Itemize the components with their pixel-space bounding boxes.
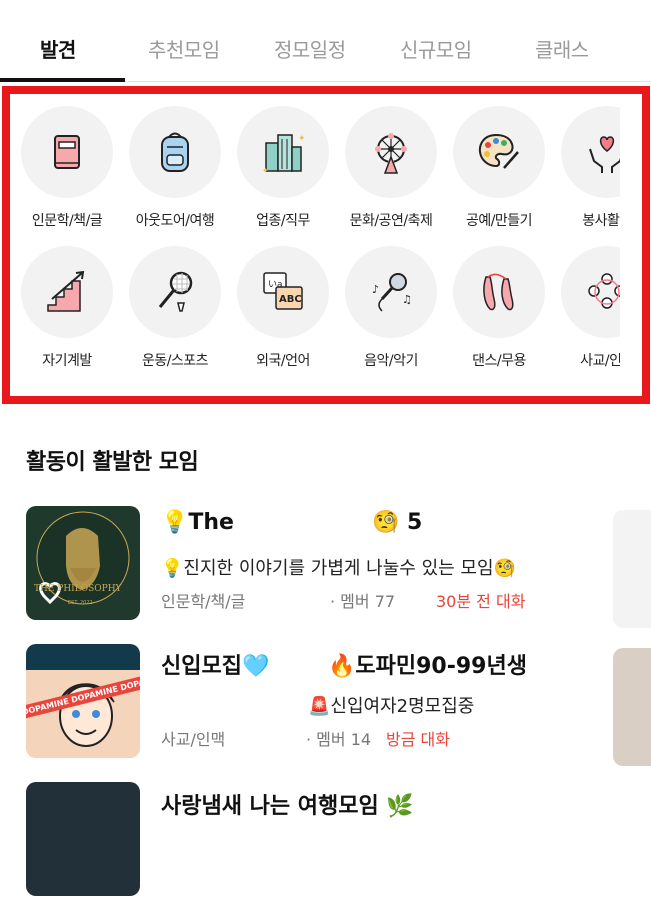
group-title: 신입모집🩵 bbox=[161, 654, 270, 679]
group-activity: 방금 대화 bbox=[386, 730, 450, 749]
category-label: 봉사활동 bbox=[582, 213, 620, 229]
svg-text:♪: ♪ bbox=[372, 283, 379, 296]
book-icon bbox=[21, 106, 113, 198]
microphone-icon: ♪ ♫ bbox=[345, 246, 437, 338]
category-volunteer[interactable]: 봉사활동 bbox=[552, 106, 620, 230]
tab-new-groups[interactable]: 신규모임 bbox=[400, 34, 472, 63]
group-description: 🚨신입여자2명모집중 bbox=[308, 696, 475, 717]
group-thumbnail: THE PHILOSOPHY EST. 2022 bbox=[26, 506, 140, 620]
group-card[interactable]: THE PHILOSOPHY EST. 2022 💡The 🧐 5 💡진지한 이… bbox=[26, 506, 616, 624]
category-label: 자기계발 bbox=[42, 353, 92, 369]
category-label: 문화/공연/축제 bbox=[349, 213, 433, 229]
group-title-suffix: 🔥도파민90-99년생 bbox=[328, 654, 527, 679]
group-description: 💡진지한 이야기를 가볍게 나눌수 있는 모임🧐 bbox=[161, 558, 516, 579]
svg-text:♫: ♫ bbox=[402, 293, 412, 306]
group-title-suffix: 🧐 5 bbox=[372, 510, 423, 535]
buildings-icon: ✦ ✦ bbox=[237, 106, 329, 198]
category-outdoor-travel[interactable]: 아웃도어/여행 bbox=[120, 106, 230, 230]
category-language[interactable]: いa ABC 외국/언어 bbox=[228, 246, 338, 370]
language-cards-icon: いa ABC bbox=[237, 246, 329, 338]
group-card[interactable]: 사랑냄새 나는 여행모임 🌿 bbox=[26, 782, 616, 900]
group-thumbnail: DOPAMINE DOPAMINE DOPAMINE bbox=[26, 644, 140, 758]
ballet-shoes-icon bbox=[453, 246, 545, 338]
category-humanities[interactable]: 인문학/책/글 bbox=[12, 106, 122, 230]
category-label: 운동/스포츠 bbox=[141, 353, 209, 369]
badminton-icon bbox=[129, 246, 221, 338]
svg-text:ABC: ABC bbox=[279, 294, 302, 305]
backpack-icon bbox=[129, 106, 221, 198]
tab-discover[interactable]: 발견 bbox=[40, 34, 76, 63]
tab-classes[interactable]: 클래스 bbox=[535, 34, 589, 63]
tab-meetup-schedule[interactable]: 정모일정 bbox=[274, 34, 346, 63]
active-tab-indicator bbox=[0, 78, 125, 82]
category-grid: 인문학/책/글 아웃도어/여행 ✦ ✦ 업종/직무 문화/공연/축제 공예/만들기… bbox=[12, 96, 620, 396]
category-craft[interactable]: 공예/만들기 bbox=[444, 106, 554, 230]
tab-recommended[interactable]: 추천모임 bbox=[148, 34, 220, 63]
category-culture-performance[interactable]: 문화/공연/축제 bbox=[336, 106, 446, 230]
category-social[interactable]: 사교/인맥 bbox=[552, 246, 620, 370]
svg-text:✦: ✦ bbox=[298, 134, 306, 144]
category-label: 음악/악기 bbox=[364, 353, 418, 369]
thumbnail-subcaption: EST. 2022 bbox=[68, 600, 93, 606]
group-category: 인문학/책/글 bbox=[161, 592, 246, 611]
thumbnail-caption: THE PHILOSOPHY bbox=[34, 584, 122, 594]
ferris-wheel-icon bbox=[345, 106, 437, 198]
category-label: 인문학/책/글 bbox=[31, 213, 103, 229]
category-self-development[interactable]: 자기계발 bbox=[12, 246, 122, 370]
group-members: · 멤버 77 bbox=[330, 592, 396, 611]
category-label: 사교/인맥 bbox=[580, 353, 620, 369]
category-label: 업종/직무 bbox=[256, 213, 310, 229]
category-label: 아웃도어/여행 bbox=[135, 213, 215, 229]
stairs-icon bbox=[21, 246, 113, 338]
group-card[interactable]: DOPAMINE DOPAMINE DOPAMINE 신입모집🩵 🔥도파민90-… bbox=[26, 644, 616, 762]
category-sports[interactable]: 운동/스포츠 bbox=[120, 246, 230, 370]
group-thumbnail bbox=[26, 782, 140, 896]
heart-hands-icon bbox=[561, 106, 620, 198]
palette-icon bbox=[453, 106, 545, 198]
svg-text:✦: ✦ bbox=[262, 166, 269, 175]
group-activity: 30분 전 대화 bbox=[436, 592, 526, 611]
category-music[interactable]: ♪ ♫ 음악/악기 bbox=[336, 246, 446, 370]
next-card-peek bbox=[613, 510, 651, 628]
next-card-peek bbox=[613, 648, 651, 766]
category-dance[interactable]: 댄스/무용 bbox=[444, 246, 554, 370]
group-category: 사교/인맥 bbox=[161, 730, 226, 749]
category-label: 공예/만들기 bbox=[465, 213, 533, 229]
category-tab-bar: 발견 추천모임 정모일정 신규모임 클래스 bbox=[0, 0, 651, 82]
category-industry-job[interactable]: ✦ ✦ 업종/직무 bbox=[228, 106, 338, 230]
category-label: 외국/언어 bbox=[256, 353, 310, 369]
people-icon bbox=[561, 246, 620, 338]
group-title: 💡The bbox=[161, 510, 234, 535]
group-title: 사랑냄새 나는 여행모임 🌿 bbox=[161, 794, 414, 819]
section-title: 활동이 활발한 모임 bbox=[26, 450, 199, 475]
group-members: · 멤버 14 bbox=[306, 730, 372, 749]
category-label: 댄스/무용 bbox=[472, 353, 526, 369]
